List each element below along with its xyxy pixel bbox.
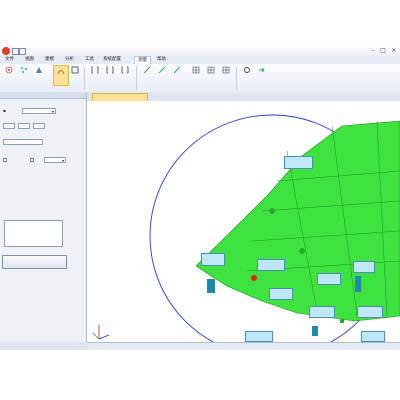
- option-checkbox[interactable]: [3, 158, 7, 162]
- measurement-annotation[interactable]: [317, 273, 341, 285]
- chevron-down-icon: ▾: [51, 109, 54, 114]
- measurement-annotation[interactable]: [245, 331, 273, 342]
- ribbon-button-13[interactable]: [204, 65, 218, 84]
- ribbon-button-7[interactable]: [103, 65, 117, 84]
- measure-panel: ▪ ▾ ▾: [0, 92, 87, 342]
- menu-help[interactable]: 帮助: [154, 56, 169, 64]
- minimize-button[interactable]: –: [368, 47, 378, 55]
- model-pocket: [355, 276, 361, 292]
- measurement-marker[interactable]: [251, 275, 257, 281]
- model-hole: [339, 318, 345, 324]
- option-field[interactable]: [3, 123, 15, 129]
- points-icon: [21, 67, 27, 73]
- measurement-annotation[interactable]: [284, 156, 313, 169]
- target-icon: [5, 66, 13, 74]
- ribbon-separator: [84, 66, 85, 90]
- ribbon-separator: [236, 66, 237, 90]
- ribbon-button-10[interactable]: [155, 65, 169, 84]
- ribbon-group-label: [86, 84, 134, 91]
- measurement-annotation[interactable]: [269, 288, 293, 300]
- ribbon-button-3[interactable]: [32, 65, 46, 84]
- ribbon-button-14[interactable]: [219, 65, 233, 84]
- option-checkbox[interactable]: [30, 158, 34, 162]
- menu-tools[interactable]: 工具: [82, 56, 97, 64]
- menu-modeling[interactable]: 建模: [42, 56, 57, 64]
- option-select[interactable]: ▾: [44, 157, 66, 163]
- finish-button[interactable]: [2, 255, 67, 269]
- chevron-down-icon: ▾: [61, 158, 64, 163]
- type-select[interactable]: ▾: [22, 108, 56, 114]
- field-label: ▪: [3, 108, 6, 113]
- line-icon: [158, 66, 166, 74]
- panel-header: [0, 92, 86, 99]
- model-scene[interactable]: [87, 101, 400, 342]
- ribbon-group-label: [2, 84, 82, 91]
- option-field[interactable]: [18, 123, 30, 129]
- ribbon-toolbar: [0, 64, 400, 93]
- ribbon-separator: [136, 66, 137, 90]
- app-logo-icon: [2, 47, 10, 55]
- line-icon: [143, 66, 151, 74]
- ribbon-button-1[interactable]: [2, 65, 16, 84]
- measurement-annotation[interactable]: [357, 306, 383, 318]
- status-bar: [87, 342, 400, 350]
- ribbon-button-15[interactable]: [240, 65, 254, 84]
- option-field[interactable]: [33, 123, 45, 129]
- ribbon-button-16[interactable]: [255, 65, 269, 84]
- ribbon-button-9[interactable]: [140, 65, 154, 84]
- measurement-annotation[interactable]: [309, 306, 335, 318]
- close-button[interactable]: ×: [389, 47, 399, 55]
- undo-icon[interactable]: [19, 48, 26, 55]
- ribbon-button-6[interactable]: [88, 65, 102, 84]
- ribbon-button-2[interactable]: [17, 65, 31, 84]
- grid-icon: [222, 66, 230, 74]
- value-field[interactable]: [3, 139, 43, 145]
- bracket-icon: [91, 66, 99, 74]
- axis-x: [98, 334, 110, 340]
- curve-icon: [57, 70, 65, 75]
- measurement-annotation[interactable]: [361, 331, 385, 342]
- ribbon-group-label: [238, 84, 270, 91]
- green-part-model[interactable]: [195, 120, 400, 322]
- export-icon: [259, 67, 265, 73]
- feature-tree[interactable]: [4, 220, 63, 247]
- menu-view[interactable]: 视图: [22, 56, 37, 64]
- bracket-icon: [106, 66, 114, 74]
- ribbon-group-label: [138, 84, 234, 91]
- maximize-button[interactable]: □: [378, 47, 388, 55]
- measurement-annotation[interactable]: [353, 261, 375, 273]
- document-tab[interactable]: [92, 93, 148, 101]
- app-window: – □ × 文件 视图 建模 分析 工具 系统配置 测量 帮助 ▪ ▾ ▾: [0, 46, 400, 350]
- save-icon[interactable]: [12, 48, 19, 55]
- model-hole: [269, 208, 275, 214]
- menu-file[interactable]: 文件: [2, 56, 17, 64]
- grid-icon: [207, 66, 215, 74]
- model-pocket: [207, 279, 215, 293]
- 3d-viewport[interactable]: [87, 101, 400, 342]
- axis-y: [92, 332, 100, 340]
- ribbon-button-11[interactable]: [170, 65, 184, 84]
- model-hole: [299, 248, 305, 254]
- measurement-annotation[interactable]: [257, 259, 285, 271]
- ribbon-button-active[interactable]: [53, 65, 69, 86]
- menu-config[interactable]: 系统配置: [100, 56, 124, 64]
- settings-icon: [244, 67, 250, 73]
- menu-analysis[interactable]: 分析: [62, 56, 77, 64]
- line-icon: [173, 66, 181, 74]
- probe-icon: [36, 67, 42, 73]
- grid-icon: [192, 66, 200, 74]
- ribbon-button-12[interactable]: [189, 65, 203, 84]
- frame-icon: [71, 66, 79, 74]
- measurement-annotation[interactable]: [201, 253, 225, 266]
- ribbon-button-5[interactable]: [68, 65, 82, 84]
- bracket-icon: [121, 66, 129, 74]
- model-pocket: [312, 326, 318, 336]
- ribbon-button-8[interactable]: [118, 65, 132, 84]
